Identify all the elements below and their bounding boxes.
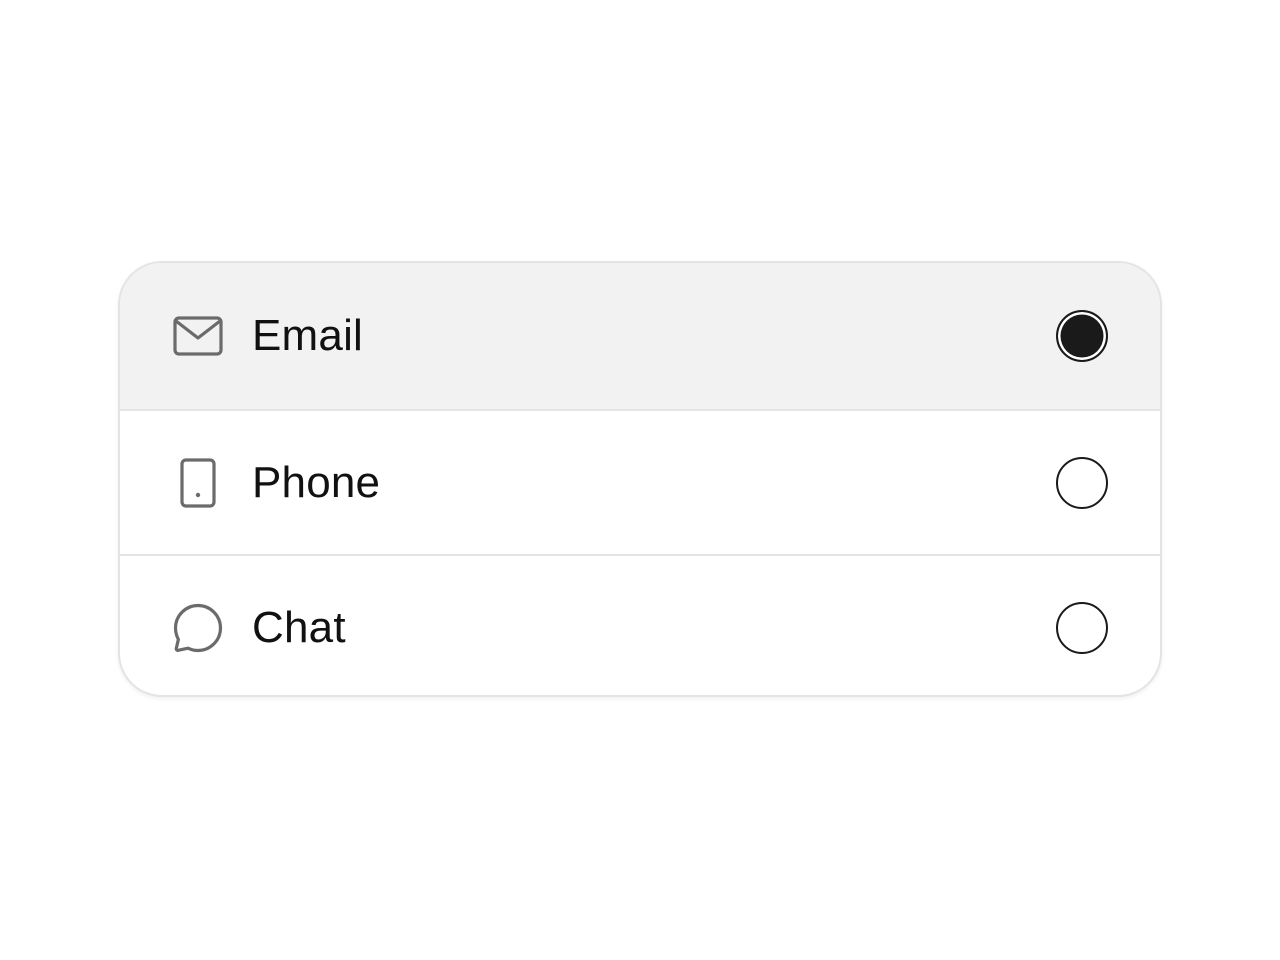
phone-icon xyxy=(172,457,224,509)
option-email[interactable]: Email xyxy=(120,263,1160,409)
radio-button-chat[interactable] xyxy=(1056,601,1108,654)
option-label: Phone xyxy=(252,457,381,507)
envelope-icon xyxy=(172,310,224,362)
contact-method-radio-group: Email Phone Chat xyxy=(118,261,1162,697)
radio-button-email[interactable] xyxy=(1056,310,1108,362)
option-label: Chat xyxy=(252,602,346,652)
chat-bubble-icon xyxy=(172,602,224,654)
option-label: Email xyxy=(252,311,364,360)
option-phone[interactable]: Phone xyxy=(120,409,1160,554)
radio-button-phone[interactable] xyxy=(1056,456,1108,509)
option-chat[interactable]: Chat xyxy=(120,554,1160,695)
